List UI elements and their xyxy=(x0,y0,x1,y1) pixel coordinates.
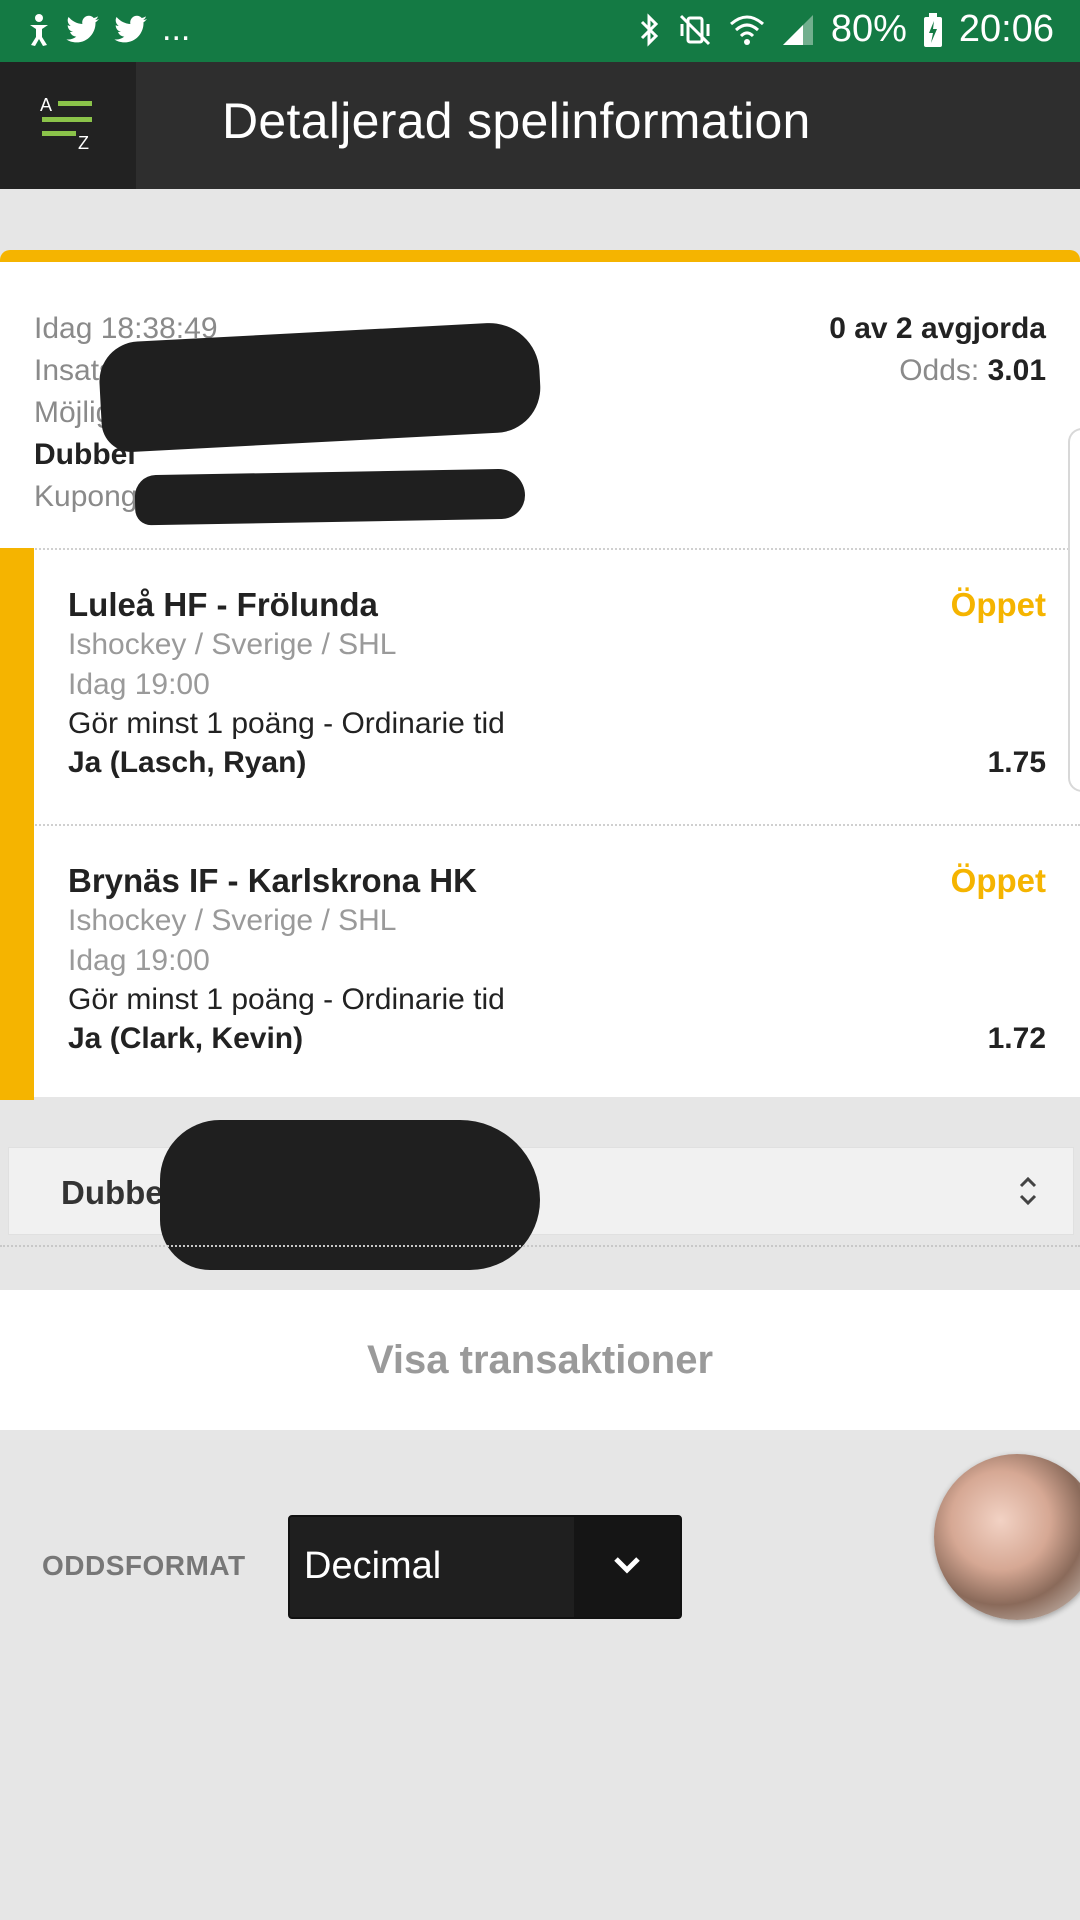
total-odds: Odds: 3.01 xyxy=(899,354,1046,388)
selection-league: Ishockey / Sverige / SHL xyxy=(68,628,397,661)
selection-status: Öppet xyxy=(950,586,1046,623)
accessibility-icon xyxy=(26,13,52,47)
settled-count: 0 av 2 avgjorda xyxy=(829,312,1046,345)
divider xyxy=(0,1245,1080,1247)
selection-time: Idag 19:00 xyxy=(68,944,210,977)
odds-value: 3.01 xyxy=(987,354,1046,387)
odds-label: Odds: xyxy=(899,354,980,387)
selection-match: Brynäs IF - Karlskrona HK xyxy=(68,862,477,899)
chevron-down-icon xyxy=(612,1555,642,1580)
selection-card[interactable]: Luleå HF - Frölunda Öppet Ishockey / Sve… xyxy=(0,548,1080,824)
bet-summary: Idag 18:38:49 Insats Möjlig utbetalning:… xyxy=(0,262,1080,560)
signal-icon xyxy=(781,13,815,47)
app-bar: A Z Detaljerad spelinformation xyxy=(0,62,1080,189)
bet-type-select-value: Dubbe xyxy=(61,1174,164,1211)
odds-format-dropdown-button[interactable] xyxy=(574,1517,680,1617)
selection-pick: Ja (Clark, Kevin) xyxy=(68,1022,304,1055)
selection-odds: 1.75 xyxy=(987,746,1046,779)
svg-text:Z: Z xyxy=(78,133,89,151)
selection-odds: 1.72 xyxy=(987,1022,1046,1055)
up-down-chevron-icon xyxy=(1017,1174,1039,1210)
bet-card: Idag 18:38:49 Insats Möjlig utbetalning:… xyxy=(0,250,1080,1100)
sort-menu-button[interactable]: A Z xyxy=(0,62,136,189)
twitter-icon xyxy=(66,15,100,45)
vibrate-mute-icon xyxy=(677,12,713,48)
selection-status-bar xyxy=(0,824,34,1100)
selection-time: Idag 19:00 xyxy=(68,668,210,701)
battery-icon xyxy=(923,12,943,48)
selection-market: Gör minst 1 poäng - Ordinarie tid xyxy=(68,707,505,740)
bluetooth-icon xyxy=(639,12,661,48)
battery-percentage: 80% xyxy=(830,8,907,50)
selection-card[interactable]: Brynäs IF - Karlskrona HK Öppet Ishockey… xyxy=(0,824,1080,1100)
svg-text:A: A xyxy=(40,95,52,115)
selection-league: Ishockey / Sverige / SHL xyxy=(68,904,397,937)
selection-status-bar xyxy=(0,548,34,824)
selection-status: Öppet xyxy=(950,862,1046,899)
wifi-icon xyxy=(729,12,765,48)
odds-format-label: ODDSFORMAT xyxy=(42,1550,246,1581)
sort-az-icon: A Z xyxy=(38,95,98,156)
page-title[interactable]: Detaljerad spelinformation xyxy=(222,92,811,150)
show-transactions-button[interactable]: Visa transaktioner xyxy=(0,1290,1080,1430)
redaction-scribble xyxy=(97,320,543,454)
odds-format-select[interactable]: Decimal xyxy=(288,1515,682,1619)
redaction-scribble xyxy=(134,468,526,526)
clock: 20:06 xyxy=(958,8,1054,50)
transactions-section: Visa transaktioner xyxy=(0,1290,1080,1430)
selection-match: Luleå HF - Frölunda xyxy=(68,586,378,623)
redaction-scribble xyxy=(160,1120,540,1270)
coupon-label: Kupong xyxy=(34,480,138,513)
more-notifications: ... xyxy=(162,10,191,48)
selection-market: Gör minst 1 poäng - Ordinarie tid xyxy=(68,983,505,1016)
selection-pick: Ja (Lasch, Ryan) xyxy=(68,746,307,779)
status-bar: ... 80% 20:06 xyxy=(0,0,1080,62)
chat-head-avatar[interactable] xyxy=(934,1454,1080,1620)
twitter-icon xyxy=(114,15,148,45)
odds-format-value: Decimal xyxy=(304,1545,442,1587)
side-drawer-handle[interactable] xyxy=(1068,428,1080,792)
